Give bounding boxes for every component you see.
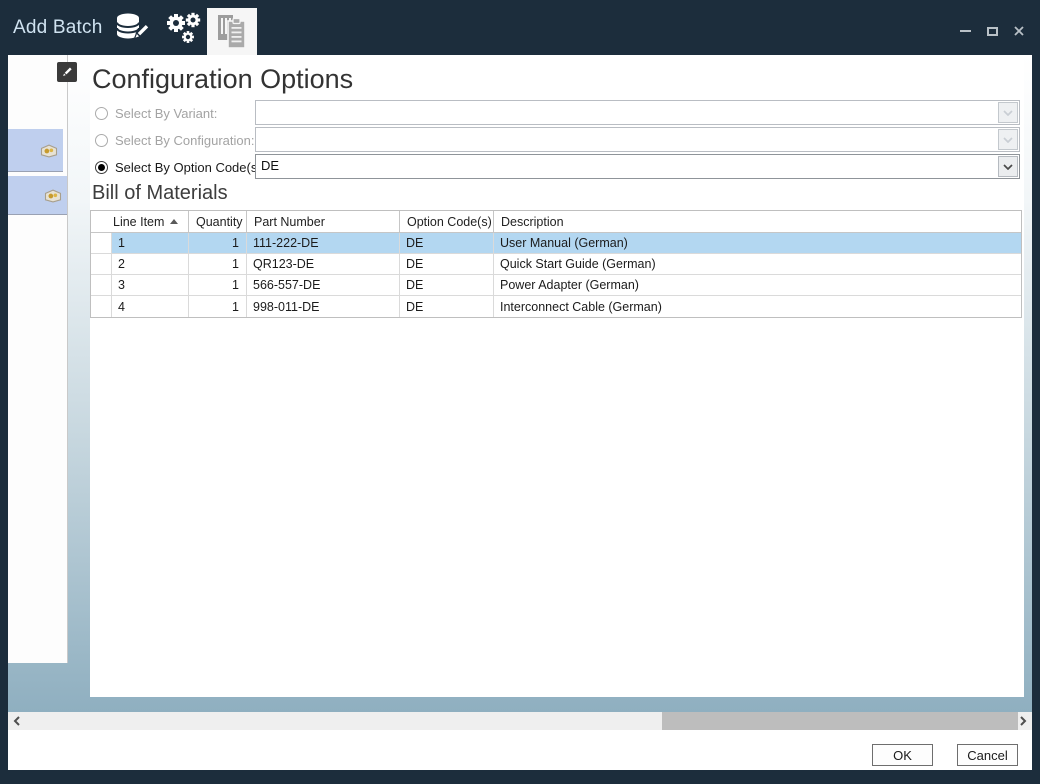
radio-select-by-configuration[interactable] [95, 134, 108, 147]
chevron-down-icon [1003, 164, 1013, 170]
add-batch-window: Add Batch [0, 0, 1040, 784]
chevron-left-icon [13, 716, 20, 726]
bom-row[interactable]: 21QR123-DEDEQuick Start Guide (German) [91, 254, 1021, 275]
maximize-button[interactable] [985, 24, 999, 38]
bom-cell: 1 [188, 233, 246, 253]
radio-select-by-variant[interactable] [95, 107, 108, 120]
ok-button[interactable]: OK [872, 744, 933, 766]
copy-documents-icon [215, 13, 249, 51]
radio-select-by-option-codes[interactable] [95, 161, 108, 174]
minimize-button[interactable] [958, 24, 972, 38]
row-header-cell [91, 275, 111, 295]
column-header-part-number[interactable]: Part Number [246, 211, 399, 232]
bom-cell: 566-557-DE [246, 275, 399, 295]
close-icon [1013, 25, 1025, 37]
copy-documents-tool-active[interactable] [207, 8, 257, 55]
dropdown-button[interactable] [998, 102, 1018, 123]
radio-label: Select By Variant: [115, 106, 217, 121]
bom-cell: DE [399, 233, 493, 253]
row-header-cell [91, 296, 111, 317]
bom-cell: Interconnect Cable (German) [493, 296, 1021, 317]
scroll-right-button[interactable] [1015, 712, 1032, 730]
bom-row[interactable]: 41998-011-DEDEInterconnect Cable (German… [91, 296, 1021, 317]
bom-table-header: Line Item Quantity Part Number Option Co… [91, 211, 1021, 233]
column-header-line-item[interactable]: Line Item [91, 211, 188, 232]
batch-list-item[interactable] [8, 129, 63, 172]
bom-row[interactable]: 31566-557-DEDEPower Adapter (German) [91, 275, 1021, 296]
bom-cell: 3 [111, 275, 188, 295]
bom-cell: Quick Start Guide (German) [493, 254, 1021, 274]
option-codes-combobox[interactable]: DE [255, 154, 1020, 179]
chevron-right-icon [1020, 716, 1027, 726]
scroll-left-button[interactable] [8, 712, 25, 730]
titlebar: Add Batch [0, 0, 1040, 55]
horizontal-scrollbar[interactable] [8, 712, 1032, 730]
option-row-option-codes: Select By Option Code(s): DE [95, 154, 1022, 180]
edit-pencil-icon[interactable] [57, 62, 77, 82]
package-icon [40, 143, 58, 158]
bom-cell: DE [399, 275, 493, 295]
chevron-down-icon [1003, 110, 1013, 116]
bom-cell: Power Adapter (German) [493, 275, 1021, 295]
row-header-cell [91, 254, 111, 274]
content-area: Configuration Options Select By Variant: [8, 55, 1032, 712]
dropdown-button[interactable] [998, 156, 1018, 177]
scrollbar-thumb[interactable] [662, 712, 1018, 730]
option-row-configuration: Select By Configuration: [95, 127, 1022, 153]
column-header-description[interactable]: Description [493, 211, 1021, 232]
bom-cell: 1 [188, 254, 246, 274]
bom-cell: DE [399, 254, 493, 274]
bom-cell: 4 [111, 296, 188, 317]
column-header-option-codes[interactable]: Option Code(s) [399, 211, 493, 232]
column-header-quantity[interactable]: Quantity [188, 211, 246, 232]
bom-cell: 1 [188, 296, 246, 317]
database-edit-icon[interactable] [112, 10, 150, 51]
sort-ascending-icon [170, 219, 178, 224]
batch-list-panel [8, 55, 68, 663]
main-panel: Configuration Options Select By Variant: [90, 55, 1024, 697]
bom-cell: 111-222-DE [246, 233, 399, 253]
bom-cell: DE [399, 296, 493, 317]
chevron-down-icon [1003, 137, 1013, 143]
bom-row[interactable]: 11111-222-DEDEUser Manual (German) [91, 233, 1021, 254]
window-controls [958, 24, 1026, 38]
bom-cell: 2 [111, 254, 188, 274]
combobox-value: DE [261, 158, 279, 173]
configuration-combobox[interactable] [255, 127, 1020, 152]
batch-list-item[interactable] [8, 176, 67, 215]
bom-cell: 1 [188, 275, 246, 295]
bom-cell: 998-011-DE [246, 296, 399, 317]
window-title: Add Batch [13, 17, 102, 39]
variant-combobox[interactable] [255, 100, 1020, 125]
close-button[interactable] [1012, 24, 1026, 38]
bom-rows: 11111-222-DEDEUser Manual (German)21QR12… [91, 233, 1021, 317]
bom-cell: User Manual (German) [493, 233, 1021, 253]
footer-bar: OK Cancel [8, 730, 1032, 770]
page-title: Configuration Options [92, 64, 353, 95]
section-title: Bill of Materials [92, 182, 228, 205]
cancel-button[interactable]: Cancel [957, 744, 1018, 766]
gears-icon[interactable] [162, 10, 204, 55]
row-header-cell [91, 233, 111, 253]
bom-table: Line Item Quantity Part Number Option Co… [90, 210, 1022, 318]
option-row-variant: Select By Variant: [95, 100, 1022, 126]
radio-label: Select By Configuration: [115, 133, 254, 148]
package-icon [44, 188, 62, 203]
bom-cell: QR123-DE [246, 254, 399, 274]
bom-cell: 1 [111, 233, 188, 253]
dropdown-button[interactable] [998, 129, 1018, 150]
radio-label: Select By Option Code(s): [115, 160, 265, 175]
